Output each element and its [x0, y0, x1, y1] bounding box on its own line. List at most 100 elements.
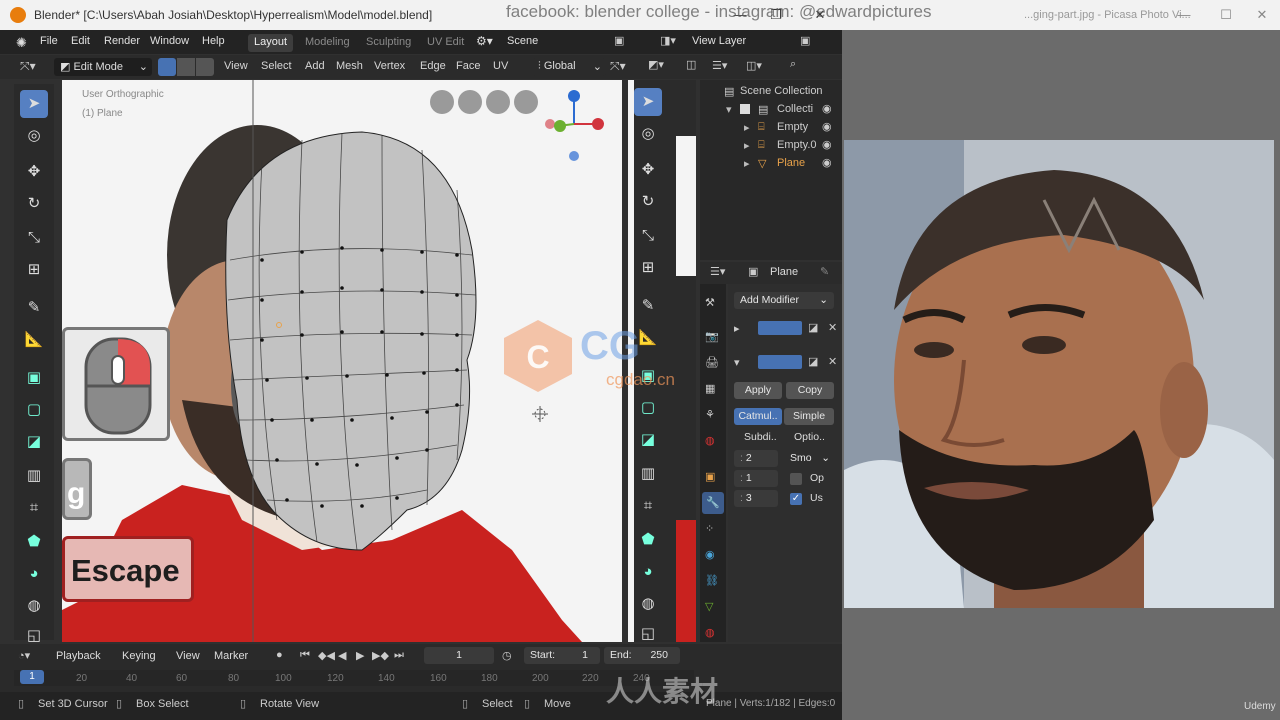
menu-window[interactable]: Window: [150, 35, 189, 47]
editor-type-icon-right[interactable]: ⤧▾: [610, 59, 626, 74]
expand-icon[interactable]: ▸: [744, 121, 750, 134]
menu-select[interactable]: Select: [261, 60, 292, 72]
eye-icon[interactable]: ◉: [822, 102, 834, 115]
grid-toggle-icon[interactable]: [430, 90, 454, 114]
viewport-levels-field[interactable]: : 1: [734, 470, 778, 487]
tab-sculpting[interactable]: Sculpting: [360, 34, 417, 52]
apply-button[interactable]: Apply: [734, 382, 782, 399]
next-keyframe-icon[interactable]: ▶◆: [372, 649, 389, 662]
menu-edge[interactable]: Edge: [420, 60, 446, 72]
list-item[interactable]: ▾ ▤ Collecti ◉: [700, 100, 842, 118]
tool-tab-icon[interactable]: ⚒: [705, 296, 715, 309]
quality-field[interactable]: : 3: [734, 490, 778, 507]
scene-name[interactable]: Scene: [507, 35, 538, 47]
expand-icon[interactable]: ▸: [744, 157, 750, 170]
loop-cut-tool-icon[interactable]: ▥: [20, 462, 48, 490]
editor-type-icon[interactable]: ⤧▾: [20, 59, 36, 74]
remove-modifier-icon[interactable]: ✕: [828, 355, 837, 368]
copy-button[interactable]: Copy: [786, 382, 834, 399]
inset-tool-icon[interactable]: ▢: [20, 396, 48, 424]
inset-tool-icon-2[interactable]: ▢: [634, 394, 662, 422]
transform-orientation-dropdown[interactable]: ⫶ Global ⌄: [532, 58, 606, 76]
expand-icon[interactable]: ▸: [734, 322, 740, 335]
menu-vertex[interactable]: Vertex: [374, 60, 405, 72]
list-item[interactable]: ▸ ▽ Plane ◉: [700, 154, 842, 172]
edge-select-icon[interactable]: [177, 58, 195, 76]
transform-tool-icon-2[interactable]: ⊞: [634, 254, 662, 282]
select-tool-icon-2[interactable]: ➤: [634, 88, 662, 116]
photo-minimize-button[interactable]: —: [1168, 4, 1200, 26]
spin-tool-icon[interactable]: ◕: [20, 560, 48, 588]
extrude-tool-icon[interactable]: ▣: [20, 364, 48, 392]
select-tool-icon[interactable]: ➤: [20, 90, 48, 118]
vertex-select-icon[interactable]: [158, 58, 176, 76]
expand-icon[interactable]: ▸: [744, 139, 750, 152]
cursor-tool-icon[interactable]: ◎: [20, 122, 48, 150]
face-select-icon[interactable]: [196, 58, 214, 76]
playhead[interactable]: 1: [20, 670, 44, 684]
data-tab-icon[interactable]: ▽: [705, 600, 713, 613]
outliner-search-icon[interactable]: ⌕: [790, 58, 796, 71]
end-frame-field[interactable]: End: 250: [604, 647, 680, 664]
zoom-icon[interactable]: [514, 90, 538, 114]
tab-modeling[interactable]: Modeling: [299, 34, 356, 52]
modifier-name-field[interactable]: [758, 321, 802, 335]
eye-icon[interactable]: ◉: [822, 120, 834, 133]
annotate-tool-icon-2[interactable]: ✎: [634, 292, 662, 320]
record-icon[interactable]: ●: [276, 649, 283, 661]
smooth-tool-icon-2[interactable]: ◍: [634, 590, 662, 618]
use-creases-checkbox[interactable]: ✓: [790, 493, 802, 505]
expand-icon[interactable]: ▾: [734, 356, 740, 369]
menu-uv[interactable]: UV: [493, 60, 508, 72]
toggle-icon-right[interactable]: ◫: [686, 58, 696, 71]
timeline-editor-icon[interactable]: ◔▾: [18, 649, 30, 662]
current-frame-field[interactable]: 1: [424, 647, 494, 664]
knife-tool-icon[interactable]: ⌗: [20, 494, 48, 522]
simple-button[interactable]: Simple: [784, 408, 834, 425]
expand-icon[interactable]: ▾: [726, 103, 732, 116]
menu-marker[interactable]: Marker: [214, 650, 248, 662]
axis-gizmo[interactable]: [538, 86, 608, 166]
start-frame-field[interactable]: Start: 1: [524, 647, 600, 664]
menu-playback[interactable]: Playback: [56, 650, 101, 662]
eye-icon[interactable]: ◉: [822, 156, 834, 169]
outliner-type-icon[interactable]: ☰▾: [712, 59, 727, 72]
tab-uv-edit[interactable]: UV Edit: [421, 34, 470, 52]
material-tab-icon[interactable]: ◍: [705, 626, 715, 639]
scene-tab-icon[interactable]: ⚘: [705, 408, 715, 421]
camera-toggle-icon[interactable]: ◪: [808, 321, 818, 334]
blender-menu-icon[interactable]: ✺: [16, 35, 27, 51]
camera-toggle-icon[interactable]: ◪: [808, 355, 818, 368]
tab-layout[interactable]: Layout: [248, 34, 294, 52]
scene-icon[interactable]: ⚙▾: [476, 34, 493, 48]
menu-timeline-view[interactable]: View: [176, 650, 200, 662]
smooth-dropdown[interactable]: Smo ⌄: [784, 450, 834, 467]
list-item[interactable]: ▸ ⌸ Empty.0 ◉: [700, 136, 842, 154]
view-layer-icon[interactable]: ◨▾: [660, 34, 676, 47]
view-layer-name[interactable]: View Layer: [692, 35, 746, 47]
transform-tool-icon[interactable]: ⊞: [20, 256, 48, 284]
rotate-tool-icon[interactable]: ↻: [20, 190, 48, 218]
menu-keying[interactable]: Keying: [122, 650, 156, 662]
render-levels-field[interactable]: : 2: [734, 450, 778, 467]
loop-cut-tool-icon-2[interactable]: ▥: [634, 460, 662, 488]
optimal-display-checkbox[interactable]: [790, 473, 802, 485]
prev-keyframe-icon[interactable]: ◆◀: [318, 649, 335, 662]
modifier-tab-icon[interactable]: 🔧: [702, 492, 724, 514]
particles-tab-icon[interactable]: ⁘: [705, 522, 714, 535]
properties-type-icon[interactable]: ☰▾: [710, 265, 725, 278]
menu-help[interactable]: Help: [202, 35, 225, 47]
rotate-tool-icon-2[interactable]: ↻: [634, 188, 662, 216]
jump-start-icon[interactable]: ⏮: [300, 649, 310, 662]
remove-modifier-icon[interactable]: ✕: [828, 321, 837, 334]
menu-edit[interactable]: Edit: [71, 35, 90, 47]
play-icon[interactable]: ▶: [356, 649, 364, 662]
view-layer-new-icon[interactable]: ▣: [800, 34, 810, 47]
scene-new-icon[interactable]: ▣: [614, 34, 624, 47]
modifier-header-2[interactable]: ▾ ◪ ✕: [734, 354, 838, 372]
checkbox-icon[interactable]: [740, 104, 750, 114]
menu-view[interactable]: View: [224, 60, 248, 72]
poly-build-tool-icon-2[interactable]: ⬟: [634, 526, 662, 554]
list-item[interactable]: ▤ Scene Collection: [700, 82, 842, 100]
smooth-tool-icon[interactable]: ◍: [20, 592, 48, 620]
